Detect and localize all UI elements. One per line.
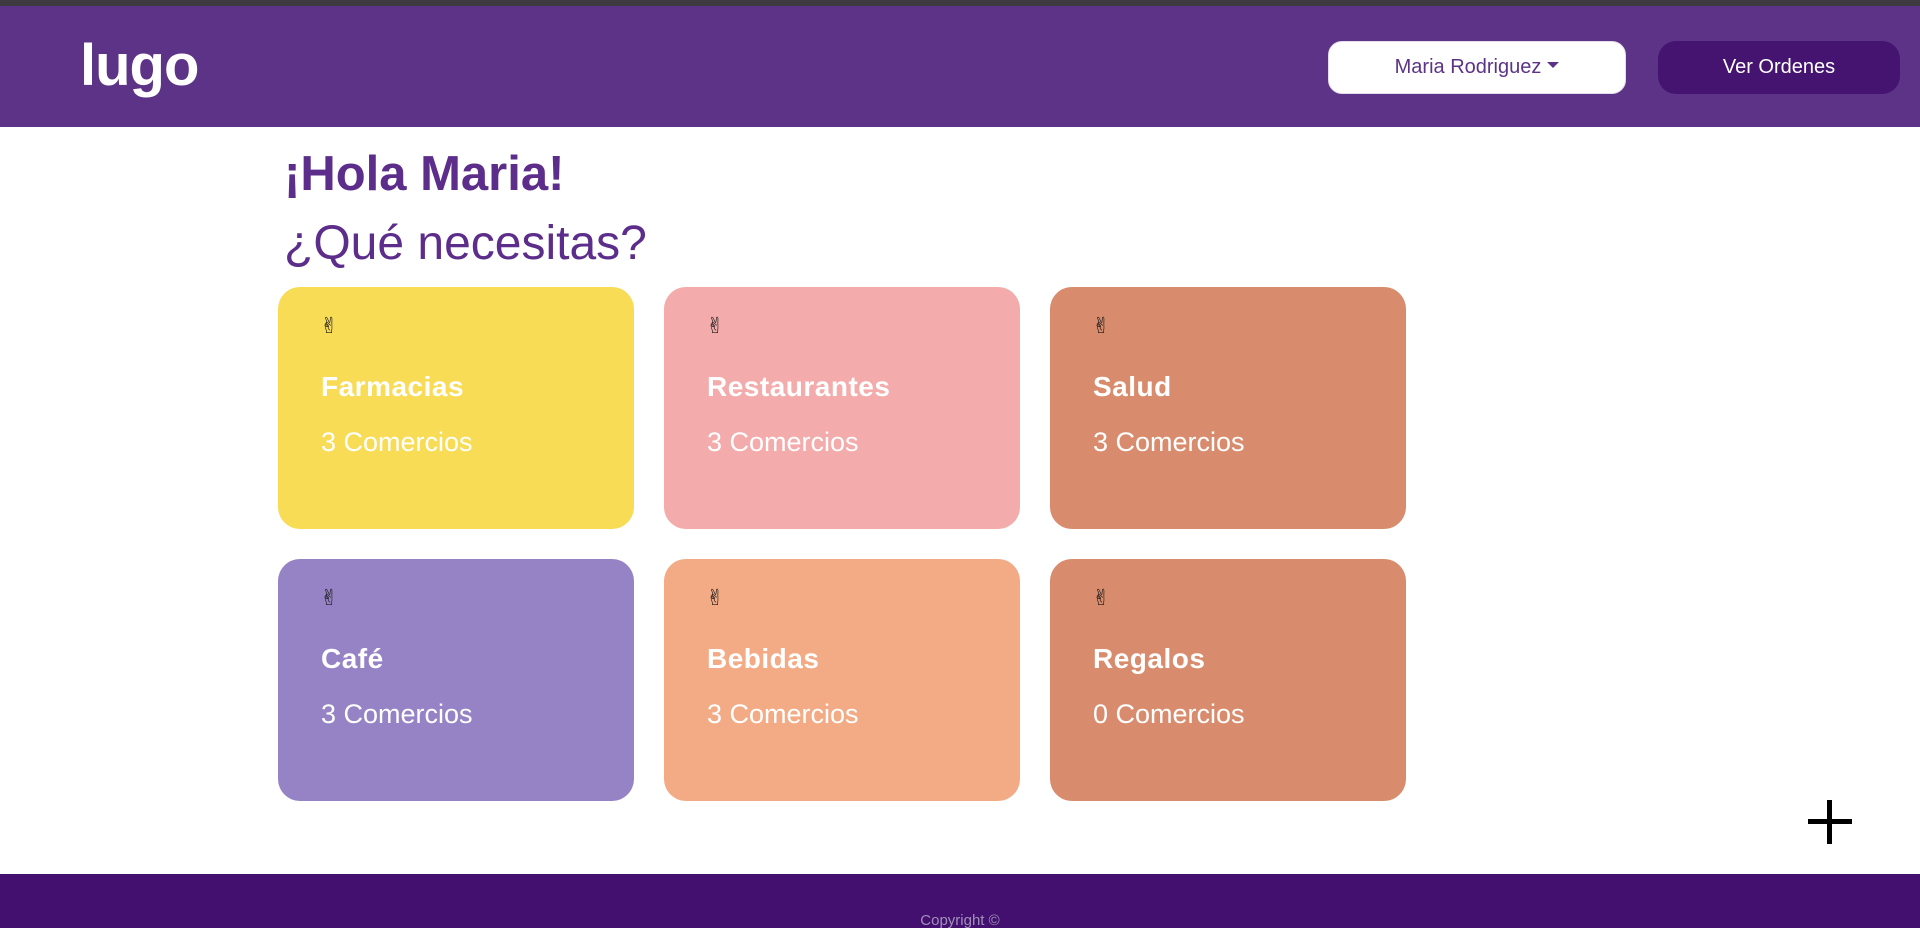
app-logo[interactable]: lugo bbox=[80, 32, 199, 99]
victory-hand-icon: ✌ bbox=[706, 313, 725, 338]
category-name: Bebidas bbox=[707, 643, 820, 674]
category-card-cafe[interactable]: ✌ Café 3 Comercios bbox=[278, 559, 634, 801]
category-card-regalos[interactable]: ✌ Regalos 0 Comercios bbox=[1050, 559, 1406, 801]
app-header: lugo Maria Rodriguez Ver Ordenes bbox=[0, 6, 1920, 127]
victory-hand-icon: ✌ bbox=[1092, 585, 1111, 610]
category-card-bebidas[interactable]: ✌ Bebidas 3 Comercios bbox=[664, 559, 1020, 801]
view-orders-button[interactable]: Ver Ordenes bbox=[1658, 41, 1900, 94]
copyright-text: Copyright © bbox=[920, 912, 1000, 929]
plus-icon-vertical bbox=[1827, 800, 1832, 844]
category-name: Restaurantes bbox=[707, 371, 891, 402]
greeting-title: ¡Hola Maria! bbox=[284, 147, 565, 201]
category-name: Regalos bbox=[1093, 643, 1206, 674]
category-card-restaurantes[interactable]: ✌ Restaurantes 3 Comercios bbox=[664, 287, 1020, 529]
category-name: Farmacias bbox=[321, 371, 465, 402]
user-menu-label: Maria Rodriguez bbox=[1394, 56, 1542, 78]
add-plus-button[interactable] bbox=[1808, 800, 1852, 844]
category-count: 3 Comercios bbox=[321, 427, 473, 457]
category-count: 3 Comercios bbox=[1093, 427, 1245, 457]
category-name: Salud bbox=[1093, 371, 1172, 402]
victory-hand-icon: ✌ bbox=[320, 313, 339, 338]
victory-hand-icon: ✌ bbox=[320, 585, 339, 610]
user-menu-button[interactable]: Maria Rodriguez bbox=[1328, 41, 1626, 94]
page-subtitle: ¿Qué necesitas? bbox=[284, 217, 647, 270]
victory-hand-icon: ✌ bbox=[1092, 313, 1111, 338]
chevron-down-icon bbox=[1547, 61, 1560, 68]
category-name: Café bbox=[321, 643, 384, 674]
app-footer: Copyright © bbox=[0, 874, 1920, 929]
category-count: 0 Comercios bbox=[1093, 699, 1245, 729]
category-count: 3 Comercios bbox=[707, 699, 859, 729]
category-count: 3 Comercios bbox=[707, 427, 859, 457]
category-count: 3 Comercios bbox=[321, 699, 473, 729]
category-card-salud[interactable]: ✌ Salud 3 Comercios bbox=[1050, 287, 1406, 529]
category-card-farmacias[interactable]: ✌ Farmacias 3 Comercios bbox=[278, 287, 634, 529]
victory-hand-icon: ✌ bbox=[706, 585, 725, 610]
